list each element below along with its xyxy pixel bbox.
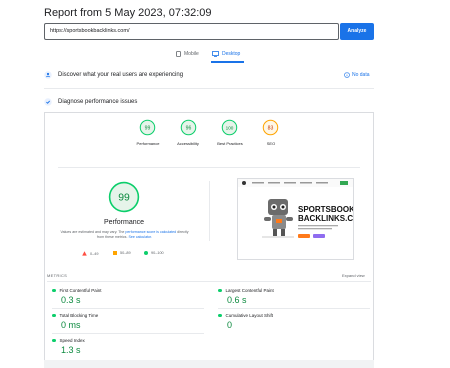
performance-score: 99 [145,125,151,131]
metric-fcp-name: First Contentful Paint [59,288,102,293]
performance-gauge[interactable]: 99 [139,119,156,136]
tab-desktop-label: Desktop [222,51,241,57]
metric-cls-value: 0 [227,320,233,330]
mobile-icon [176,51,181,57]
expand-view-button[interactable]: Expand view [342,273,365,278]
good-status-icon [52,313,56,318]
diagnose-icon [44,98,52,106]
accessibility-score: 96 [186,125,192,131]
legend-average-label: 50–89 [120,251,131,255]
performance-note: Values are estimated and may vary. The p… [57,230,192,240]
best-practices-gauge-label: Best Practices [217,141,243,146]
performance-big-score: 99 [118,193,130,204]
metric-tbt-value: 0 ms [61,320,81,330]
metrics-row-divider [52,333,204,334]
legend-fail: 0–49 [82,251,98,256]
metric-lcp: Largest Contentful Paint [218,288,274,293]
good-status-icon [52,288,56,293]
best-practices-gauge[interactable]: 100 [221,119,238,136]
seo-score: 83 [268,125,274,131]
gauges-divider [58,167,360,168]
runtime-settings-bar [44,360,374,368]
users-icon [44,71,52,79]
performance-gauge-label: Performance [136,141,160,146]
performance-big-gauge: 99 [108,181,140,213]
field-data-section: Discover what your real users are experi… [44,71,183,79]
metrics-row-divider [218,308,370,309]
score-calculation-link[interactable]: performance score is calculated [125,230,176,234]
active-tab-indicator [211,61,244,63]
triangle-icon [82,251,87,256]
seo-gauge[interactable]: 83 [262,119,279,136]
performance-title: Performance [103,219,145,226]
legend-average: 50–89 [113,251,131,255]
url-input[interactable]: https://sportsbookbacklinks.com/ [44,23,339,40]
seo-gauge-label: SEO [266,141,276,146]
section-divider [44,88,374,89]
thumb-brand-line-1: SPORTSBOOK [298,205,353,214]
vertical-separator [209,181,210,241]
diagnose-title: Diagnose performance issues [58,99,138,105]
metrics-row-divider [52,308,204,309]
accessibility-gauge[interactable]: 96 [180,119,197,136]
no-data-indicator: No data [344,72,370,78]
tab-mobile[interactable]: Mobile [176,51,199,57]
note-text: Values are estimated and may vary. The [60,230,126,234]
field-data-title: Discover what your real users are experi… [58,72,184,78]
best-practices-score: 100 [226,125,234,130]
see-calculator-link[interactable]: See calculator. [128,235,152,239]
metrics-label: METRICS [47,273,68,278]
no-data-label: No data [352,72,370,78]
metrics-divider [47,281,371,282]
metric-fcp-value: 0.3 s [61,295,81,305]
metric-si-name: Speed Index [59,338,85,343]
legend-pass: 90–100 [144,251,164,255]
report-title: Report from 5 May 2023, 07:32:09 [44,7,212,19]
desktop-icon [212,51,219,57]
tab-desktop[interactable]: Desktop [212,51,240,57]
diagnose-section: Diagnose performance issues [44,98,137,106]
screenshot-illustration: SPORTSBOOK BACKLINKS.COM [238,179,353,238]
metric-si-value: 1.3 s [61,345,81,355]
metric-fcp: First Contentful Paint [52,288,102,293]
analyze-button[interactable]: Analyze [340,23,374,40]
thumb-brand-line-2: BACKLINKS.COM [298,214,353,223]
metric-si: Speed Index [52,338,85,343]
tab-mobile-label: Mobile [184,51,199,57]
good-status-icon [52,338,56,343]
legend-pass-label: 90–100 [151,251,164,255]
good-status-icon [218,288,222,293]
metric-cls-name: Cumulative Layout Shift [225,313,274,318]
metric-tbt: Total Blocking Time [52,313,98,318]
circle-icon [144,251,148,255]
legend-fail-label: 0–49 [90,251,99,256]
accessibility-gauge-label: Accessibility [177,141,199,146]
metric-lcp-name: Largest Contentful Paint [225,288,274,293]
good-status-icon [218,313,222,318]
metric-lcp-value: 0.6 s [227,295,247,305]
metric-tbt-name: Total Blocking Time [59,313,99,318]
metric-cls: Cumulative Layout Shift [218,313,273,318]
square-icon [113,251,117,255]
info-icon [344,72,350,78]
page-screenshot: SPORTSBOOK BACKLINKS.COM [237,178,354,260]
